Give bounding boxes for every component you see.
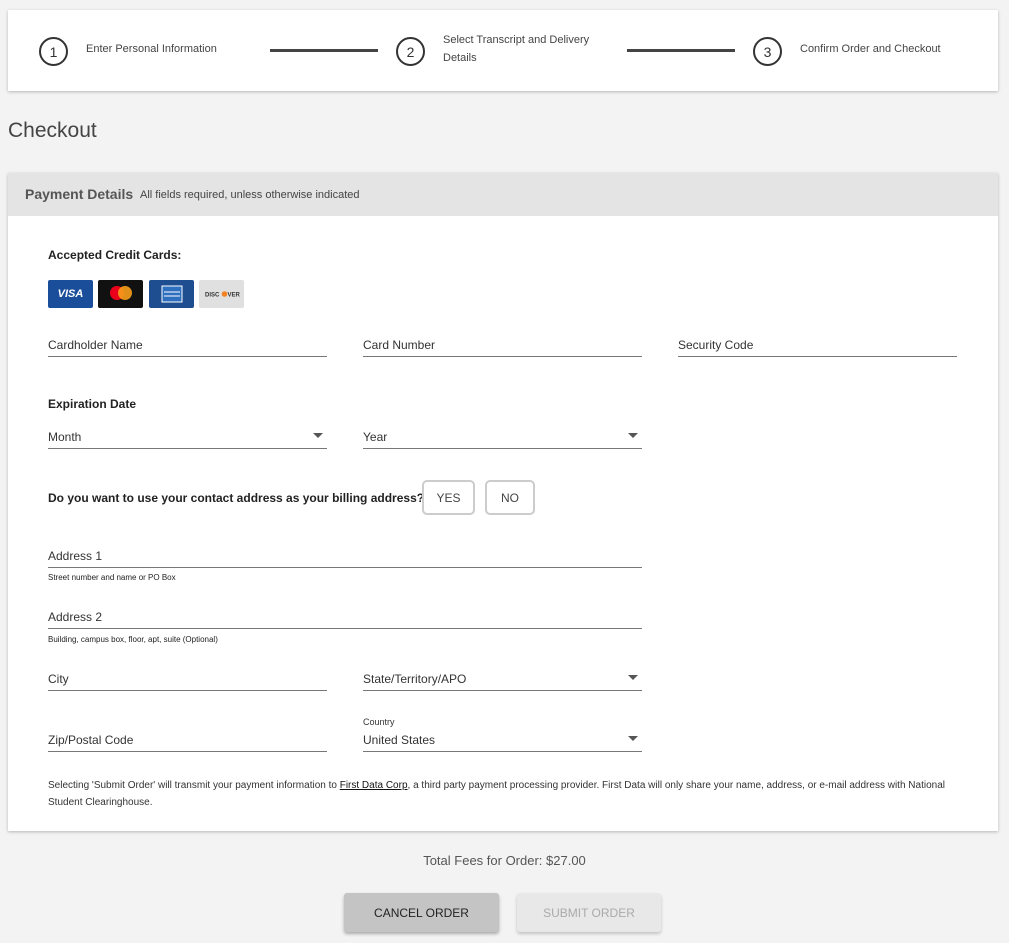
step-connector-2 xyxy=(627,49,735,52)
cardholder-name-label: Cardholder Name xyxy=(48,338,143,352)
mastercard-logo-icon xyxy=(109,286,132,300)
year-select[interactable]: Year xyxy=(363,423,642,449)
security-code-label: Security Code xyxy=(678,338,754,352)
address-2-field[interactable]: Address 2 xyxy=(48,603,642,629)
state-select-label: State/Territory/APO xyxy=(363,672,467,686)
step-2-label-line1: Select Transcript and Delivery xyxy=(443,34,590,46)
submit-order-button[interactable]: SUBMIT ORDER xyxy=(517,893,661,932)
amex-card-icon xyxy=(149,280,194,308)
page-title: Checkout xyxy=(8,119,97,142)
country-select[interactable]: United States xyxy=(363,726,642,752)
discover-logo-icon: DISC VER xyxy=(205,291,240,299)
address-1-label: Address 1 xyxy=(48,549,103,563)
amex-logo-icon xyxy=(161,285,182,303)
yes-button[interactable]: YES xyxy=(422,480,475,515)
state-select[interactable]: State/Territory/APO xyxy=(363,665,642,691)
security-code-field[interactable]: Security Code xyxy=(678,331,957,357)
step-3-label: Confirm Order and Checkout xyxy=(800,43,941,55)
step-connector-1 xyxy=(270,49,378,52)
step-2-label: Select Transcript and Delivery Details xyxy=(443,31,589,67)
payment-details-header: Payment Details All fields required, unl… xyxy=(8,173,998,216)
cancel-order-button[interactable]: CANCEL ORDER xyxy=(344,893,499,932)
chevron-down-icon xyxy=(313,433,323,438)
payment-disclaimer: Selecting 'Submit Order' will transmit y… xyxy=(48,777,958,811)
card-number-label: Card Number xyxy=(363,338,436,352)
address-2-label: Address 2 xyxy=(48,610,103,624)
step-2-label-line2: Details xyxy=(443,52,477,64)
expiration-date-label: Expiration Date xyxy=(48,397,137,411)
svg-text:DISC: DISC xyxy=(205,293,220,299)
cardholder-name-field[interactable]: Cardholder Name xyxy=(48,331,327,357)
card-number-field[interactable]: Card Number xyxy=(363,331,642,357)
no-button[interactable]: NO xyxy=(485,480,535,515)
billing-address-question: Do you want to use your contact address … xyxy=(48,491,425,505)
order-total: Total Fees for Order: $27.00 xyxy=(423,853,586,868)
svg-text:VER: VER xyxy=(227,293,240,299)
address-1-hint: Street number and name or PO Box xyxy=(48,573,176,582)
step-1-number: 1 xyxy=(39,37,68,66)
address-1-field[interactable]: Address 1 xyxy=(48,542,642,568)
year-select-value: Year xyxy=(363,430,388,444)
zip-label: Zip/Postal Code xyxy=(48,733,134,747)
required-fields-note: All fields required, unless otherwise in… xyxy=(140,189,360,201)
payment-details-card: Payment Details All fields required, unl… xyxy=(8,173,998,831)
payment-details-title: Payment Details xyxy=(25,186,134,202)
step-3-number: 3 xyxy=(753,37,782,66)
chevron-down-icon xyxy=(628,675,638,680)
disclaimer-text-before: Selecting 'Submit Order' will transmit y… xyxy=(48,780,340,791)
chevron-down-icon xyxy=(628,433,638,438)
month-select[interactable]: Month xyxy=(48,423,327,449)
discover-card-icon: DISC VER xyxy=(199,280,244,308)
step-1-label: Enter Personal Information xyxy=(86,43,217,55)
visa-card-icon: VISA xyxy=(48,280,93,308)
city-label: City xyxy=(48,672,69,686)
step-2-number: 2 xyxy=(396,37,425,66)
country-select-value: United States xyxy=(363,733,436,747)
first-data-link[interactable]: First Data Corp xyxy=(340,780,408,791)
mastercard-card-icon xyxy=(98,280,143,308)
progress-stepper: 1 Enter Personal Information 2 Select Tr… xyxy=(8,10,998,91)
zip-field[interactable]: Zip/Postal Code xyxy=(48,726,327,752)
accepted-cards-label: Accepted Credit Cards: xyxy=(48,248,182,262)
city-field[interactable]: City xyxy=(48,665,327,691)
month-select-value: Month xyxy=(48,430,82,444)
address-2-hint: Building, campus box, floor, apt, suite … xyxy=(48,635,218,644)
chevron-down-icon xyxy=(628,736,638,741)
